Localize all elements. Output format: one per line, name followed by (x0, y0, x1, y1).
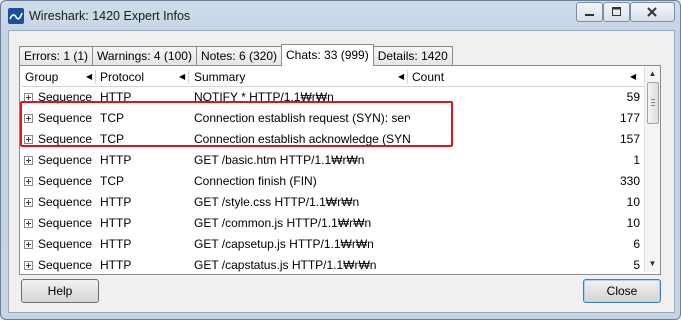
highlight-annotation-box (20, 101, 453, 147)
list-item[interactable]: Sequence TCP Connection finish (FIN) 330 (22, 171, 644, 192)
window-close-button[interactable] (630, 2, 675, 22)
close-icon (647, 7, 657, 17)
expert-infos-window: Wireshark: 1420 Expert Infos Errors: 1 (… (0, 0, 681, 320)
cell-protocol: TCP (100, 174, 124, 188)
scroll-up-arrow-icon[interactable]: ▲ (645, 66, 660, 82)
tab-chats[interactable]: Chats: 33 (999) (281, 44, 374, 66)
expand-icon[interactable] (24, 219, 33, 228)
expand-icon[interactable] (24, 177, 33, 186)
cell-count: 1 (633, 153, 640, 167)
list-item[interactable]: Sequence HTTP GET /basic.htm HTTP/1.1₩r₩… (22, 150, 644, 171)
cell-count: 177 (619, 111, 640, 125)
column-divider[interactable] (95, 70, 96, 84)
column-header-count[interactable]: Count (412, 68, 444, 86)
close-button[interactable]: Close (583, 279, 661, 303)
expand-icon[interactable] (24, 156, 33, 165)
dialog-body: Errors: 1 (1) Warnings: 4 (100) Notes: 6… (8, 30, 675, 313)
vertical-scrollbar[interactable]: ▲ ▼ (644, 66, 660, 272)
title-bar[interactable]: Wireshark: 1420 Expert Infos (1, 1, 680, 31)
column-divider[interactable] (407, 70, 408, 84)
list-item[interactable]: Sequence HTTP GET /style.css HTTP/1.1₩r₩… (22, 192, 644, 213)
cell-count: 10 (626, 216, 640, 230)
cell-count: 5 (633, 258, 640, 272)
grip-line (651, 105, 655, 106)
column-header-protocol[interactable]: Protocol (100, 68, 144, 86)
cell-summary: Connection finish (FIN) (194, 174, 317, 188)
cell-count: 6 (633, 237, 640, 251)
wireshark-app-icon (8, 8, 24, 24)
list-item[interactable]: Sequence HTTP GET /capsetup.js HTTP/1.1₩… (22, 234, 644, 255)
scrollbar-thumb[interactable] (647, 82, 659, 124)
minimize-icon (585, 14, 594, 16)
cell-group: Sequence (38, 153, 93, 167)
expand-icon[interactable] (24, 198, 33, 207)
column-header-summary[interactable]: Summary (194, 68, 245, 86)
grip-line (651, 99, 655, 100)
cell-protocol: HTTP (100, 258, 132, 272)
sort-arrow-icon: ◀ (86, 72, 93, 81)
cell-protocol: HTTP (100, 153, 132, 167)
column-header-group[interactable]: Group (25, 68, 58, 86)
tab-bar: Errors: 1 (1) Warnings: 4 (100) Notes: 6… (19, 44, 453, 66)
cell-summary: GET /capstatus.js HTTP/1.1₩r₩n (194, 258, 377, 272)
list-header: Group ◀ Protocol ◀ Summary ◀ Count ◀ (22, 68, 644, 87)
list-item[interactable]: Sequence HTTP GET /capstatus.js HTTP/1.1… (22, 255, 644, 272)
chats-panel: Group ◀ Protocol ◀ Summary ◀ Count ◀ Seq… (19, 65, 661, 275)
cell-protocol: HTTP (100, 237, 132, 251)
column-divider[interactable] (188, 70, 189, 84)
cell-group: Sequence (38, 258, 93, 272)
sort-arrow-icon: ◀ (630, 72, 637, 81)
cell-protocol: HTTP (100, 195, 132, 209)
cell-count: 59 (626, 90, 640, 104)
cell-group: Sequence (38, 174, 93, 188)
maximize-icon (612, 7, 621, 16)
cell-summary: GET /common.js HTTP/1.1₩r₩n (194, 216, 372, 230)
cell-group: Sequence (38, 216, 93, 230)
expand-icon[interactable] (24, 261, 33, 270)
cell-summary: GET /style.css HTTP/1.1₩r₩n (194, 195, 360, 209)
tab-details[interactable]: Details: 1420 (372, 46, 453, 66)
chats-list: Group ◀ Protocol ◀ Summary ◀ Count ◀ Seq… (22, 68, 644, 272)
cell-count: 330 (619, 174, 640, 188)
cell-group: Sequence (38, 237, 93, 251)
sort-arrow-icon: ◀ (179, 72, 186, 81)
tab-notes[interactable]: Notes: 6 (320) (195, 46, 282, 66)
cell-count: 157 (619, 132, 640, 146)
cell-group: Sequence (38, 195, 93, 209)
cell-count: 10 (626, 195, 640, 209)
expand-icon[interactable] (24, 240, 33, 249)
scroll-down-arrow-icon[interactable]: ▼ (645, 256, 660, 272)
maximize-button[interactable] (603, 2, 630, 22)
grip-line (651, 102, 655, 103)
cell-summary: GET /basic.htm HTTP/1.1₩r₩n (194, 153, 365, 167)
sort-arrow-icon: ◀ (398, 72, 405, 81)
list-item[interactable]: Sequence HTTP GET /common.js HTTP/1.1₩r₩… (22, 213, 644, 234)
help-button[interactable]: Help (21, 279, 99, 303)
tab-warnings[interactable]: Warnings: 4 (100) (92, 46, 197, 66)
window-title: Wireshark: 1420 Expert Infos (29, 9, 191, 23)
minimize-button[interactable] (576, 2, 603, 22)
cell-protocol: HTTP (100, 216, 132, 230)
tab-errors[interactable]: Errors: 1 (1) (19, 46, 94, 66)
cell-summary: GET /capsetup.js HTTP/1.1₩r₩n (194, 237, 374, 251)
